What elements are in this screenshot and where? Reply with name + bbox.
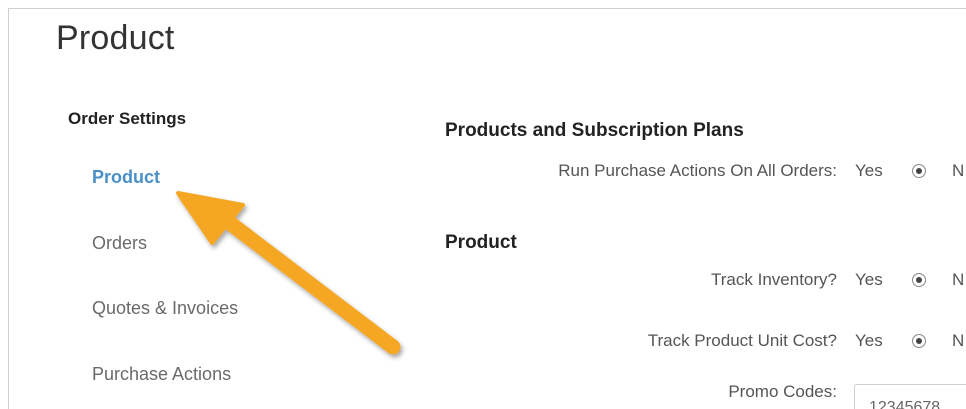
run-purchase-actions-yes-label: Yes	[855, 161, 883, 180]
section-title-subscriptions: Products and Subscription Plans	[445, 120, 744, 141]
sidebar-item-orders[interactable]: Orders	[92, 233, 147, 254]
sidebar-item-quotes-invoices[interactable]: Quotes & Invoices	[92, 298, 238, 319]
track-inventory-no-label[interactable]: N	[952, 270, 964, 290]
promo-codes-label: Promo Codes:	[728, 382, 837, 401]
promo-codes-input[interactable]: 12345678	[854, 384, 966, 409]
track-unit-cost-yes-radio[interactable]	[912, 334, 926, 348]
run-purchase-actions-label: Run Purchase Actions On All Orders:	[558, 161, 837, 180]
settings-panel: Product Order Settings Product Orders Qu…	[8, 8, 966, 409]
run-purchase-actions-no-label[interactable]: N	[952, 161, 964, 181]
track-unit-cost-no-label[interactable]: N	[952, 331, 964, 351]
track-inventory-yes-label: Yes	[855, 270, 883, 289]
page-title: Product	[56, 19, 175, 57]
section-title-product: Product	[445, 232, 517, 253]
run-purchase-actions-yes-radio[interactable]	[912, 164, 926, 178]
sidebar-item-product[interactable]: Product	[92, 167, 160, 188]
track-unit-cost-yes-label: Yes	[855, 331, 883, 350]
track-inventory-yes-radio[interactable]	[912, 273, 926, 287]
track-unit-cost-label: Track Product Unit Cost?	[647, 331, 837, 350]
track-inventory-label: Track Inventory?	[711, 270, 837, 289]
sidebar-item-purchase-actions[interactable]: Purchase Actions	[92, 364, 231, 385]
sidebar-heading: Order Settings	[68, 109, 187, 128]
